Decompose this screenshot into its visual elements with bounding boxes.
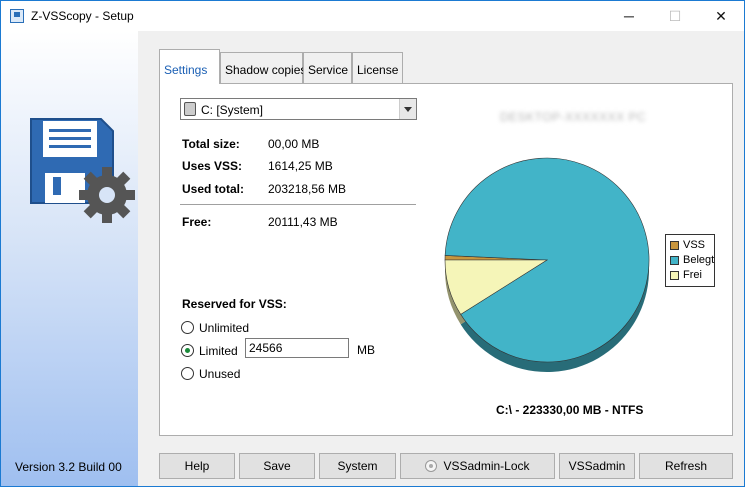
window-title: Z-VSScopy - Setup bbox=[31, 9, 134, 23]
limit-unit: MB bbox=[357, 343, 375, 357]
limit-input[interactable] bbox=[245, 338, 349, 358]
setup-window: Z-VSScopy - Setup ─ ☐ ✕ Version 3.2 Buil… bbox=[0, 0, 745, 487]
tab-license[interactable]: License bbox=[352, 52, 403, 83]
close-button[interactable]: ✕ bbox=[698, 1, 744, 31]
tab-shadow-copies[interactable]: Shadow copies bbox=[220, 52, 306, 83]
drive-icon bbox=[184, 102, 196, 116]
total-size-label: Total size: bbox=[182, 137, 240, 151]
tab-settings[interactable]: Settings bbox=[159, 49, 220, 84]
legend-label-belegt: Belegt bbox=[683, 254, 715, 266]
legend-swatch-frei bbox=[670, 271, 679, 280]
chevron-down-icon[interactable] bbox=[399, 99, 416, 119]
legend-swatch-belegt bbox=[670, 256, 679, 265]
maximize-button[interactable]: ☐ bbox=[652, 1, 698, 31]
drive-summary: C:\ - 223330,00 MB - NTFS bbox=[496, 403, 644, 417]
divider bbox=[180, 204, 416, 205]
used-total-value: 203218,56 MB bbox=[268, 182, 347, 196]
floppy-disk-icon bbox=[30, 118, 135, 223]
legend-swatch-vss bbox=[670, 241, 679, 250]
radio-unused-label: Unused bbox=[199, 367, 241, 381]
total-size-value: 00,00 MB bbox=[268, 137, 320, 151]
radio-unlimited-label: Unlimited bbox=[199, 321, 250, 335]
uses-vss-label: Uses VSS: bbox=[182, 159, 243, 173]
tab-service[interactable]: Service bbox=[303, 52, 352, 83]
vssadmin-lock-label: VSSadmin-Lock bbox=[443, 459, 530, 473]
radio-unused-circle[interactable] bbox=[181, 367, 194, 380]
disk-usage-pie-chart bbox=[444, 157, 650, 372]
legend-label-frei: Frei bbox=[683, 269, 702, 281]
save-button[interactable]: Save bbox=[239, 453, 315, 479]
uses-vss-value: 1614,25 MB bbox=[268, 159, 333, 173]
refresh-button[interactable]: Refresh bbox=[639, 453, 733, 479]
host-name-label: DESKTOP-XXXXXXX PC bbox=[500, 110, 647, 124]
free-label: Free: bbox=[182, 215, 212, 229]
side-panel: Version 3.2 Build 00 bbox=[1, 31, 138, 486]
radio-unlimited-circle[interactable] bbox=[181, 321, 194, 334]
title-bar: Z-VSScopy - Setup ─ ☐ ✕ bbox=[1, 1, 744, 31]
version-label: Version 3.2 Build 00 bbox=[15, 460, 122, 474]
gear-icon bbox=[79, 167, 135, 223]
help-button[interactable]: Help bbox=[159, 453, 235, 479]
drive-select[interactable]: C: [System] bbox=[180, 98, 417, 120]
used-total-label: Used total: bbox=[182, 182, 245, 196]
settings-panel: C: [System] Total size: 00,00 MB Uses VS… bbox=[159, 83, 733, 436]
reserved-title: Reserved for VSS: bbox=[182, 297, 287, 311]
minimize-button[interactable]: ─ bbox=[606, 1, 652, 31]
legend-label-vss: VSS bbox=[683, 239, 706, 251]
radio-limited-label: Limited bbox=[199, 344, 238, 358]
chart-legend: VSS Belegt Frei bbox=[665, 234, 715, 287]
vssadmin-lock-button[interactable]: VSSadmin-Lock bbox=[400, 453, 555, 479]
radio-limited-circle[interactable] bbox=[181, 344, 194, 357]
free-value: 20111,43 MB bbox=[268, 215, 338, 229]
app-icon bbox=[10, 9, 24, 23]
system-button[interactable]: System bbox=[319, 453, 396, 479]
drive-select-value: C: [System] bbox=[201, 103, 264, 117]
vssadmin-button[interactable]: VSSadmin bbox=[559, 453, 635, 479]
vssadmin-lock-radio-icon bbox=[425, 459, 438, 472]
